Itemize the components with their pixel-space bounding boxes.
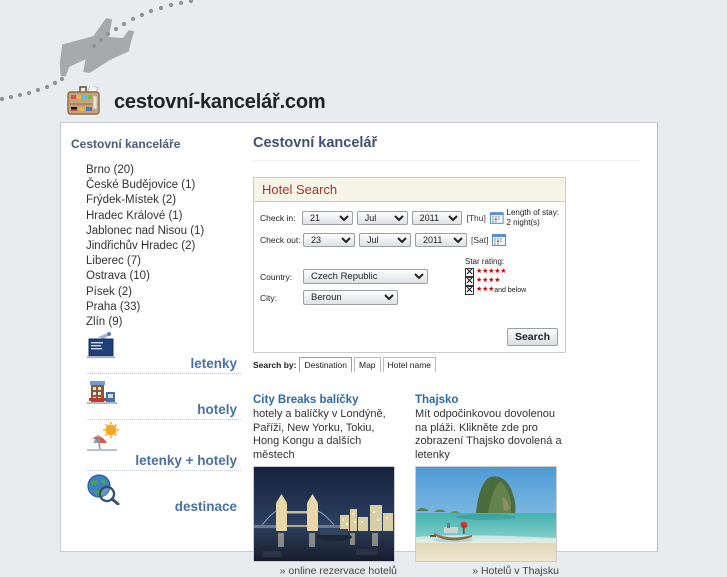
content-area: Cestovní kancelář Hotel Search Check in:…	[245, 123, 657, 577]
hotel-search-form: Check in: 21 Jul 2011 [Thu] Length of st…	[254, 202, 565, 352]
hotel-building-icon	[87, 381, 117, 404]
promo-image[interactable]	[415, 466, 557, 562]
checkout-month-select[interactable]: Jul	[359, 233, 411, 247]
promo-title[interactable]: Thajsko	[415, 394, 563, 406]
checkin-day-select[interactable]: 21	[301, 210, 353, 225]
sidebar-heading: Cestovní kanceláře	[71, 137, 181, 151]
promo-section: City Breaks balíčky hotely a balíčky v L…	[253, 394, 641, 577]
list-item[interactable]: Ostrava (10)	[86, 269, 245, 284]
hotel-search-title: Hotel Search	[254, 178, 565, 202]
quicknav-label: letenky + hotely	[135, 453, 237, 468]
calendar-icon[interactable]	[489, 211, 504, 224]
city-label: City:	[260, 292, 277, 303]
thailand-beach-photo	[416, 467, 556, 561]
checkin-label: Check in:	[260, 212, 296, 223]
search-button[interactable]: Search	[506, 328, 558, 346]
globe-magnifier-icon	[87, 474, 120, 505]
promo-image[interactable]	[253, 466, 395, 562]
list-item[interactable]: Jablonec nad Nisou (1)	[86, 224, 245, 239]
beach-parasol-sun-icon	[87, 422, 119, 451]
checkout-dayofweek: [Sat]	[471, 235, 489, 245]
suitcase-icon	[67, 86, 100, 115]
star-rating-stars: ★★★	[476, 286, 495, 293]
tab-hotel-name[interactable]: Hotel name	[382, 357, 437, 372]
calendar-icon[interactable]	[492, 234, 507, 246]
promo-caption[interactable]: » online rezervace hotelů	[253, 565, 401, 577]
country-label: Country:	[260, 271, 293, 282]
list-item[interactable]: Brno (20)	[86, 163, 245, 178]
star-rating-extra: and below	[494, 286, 527, 294]
star-rating-stars: ★★★★	[476, 277, 501, 284]
checkin-year-select[interactable]: 2011	[411, 210, 463, 225]
country-select[interactable]: Czech Republic	[303, 269, 428, 284]
star-rating-group: Star rating: ★★★★★ ★★★★ ★★★ and below	[465, 257, 557, 295]
star-rating-title: Star rating:	[465, 257, 505, 266]
promo-card-thajsko: Thajsko Mít odpočinkovou dovolenou na pl…	[415, 394, 563, 577]
checkin-dayofweek: [Thu]	[466, 212, 486, 223]
star-rating-option-5[interactable]: ★★★★★	[465, 267, 557, 277]
flight-ticket-icon	[87, 332, 115, 359]
list-item[interactable]: České Budějovice (1)	[86, 178, 245, 193]
quicknav-item-letenky[interactable]: letenky	[71, 328, 243, 373]
stay-label: Length of stay:	[506, 208, 559, 217]
hotel-search-widget: Hotel Search Check in: 21 Jul 2011 [Thu]	[253, 177, 566, 353]
quick-nav: letenky hotely letenky + hotely destinac…	[71, 328, 243, 516]
sidebar: Cestovní kanceláře Brno (20) České Buděj…	[61, 123, 245, 551]
quicknav-label: destinace	[174, 499, 237, 514]
promo-caption[interactable]: » Hotelů v Thajsku	[415, 565, 563, 577]
quicknav-label: letenky	[190, 356, 237, 371]
quicknav-item-destinace[interactable]: destinace	[71, 471, 243, 516]
promo-text: Mít odpočinkovou dovolenou na pláži. Kli…	[415, 408, 562, 461]
promo-title[interactable]: City Breaks balíčky	[253, 394, 401, 406]
checkout-day-select[interactable]: 23	[303, 233, 355, 247]
search-by-label: Search by:	[253, 360, 297, 370]
tab-destination[interactable]: Destination	[299, 357, 352, 372]
list-item[interactable]: Frýdek-Místek (2)	[86, 193, 245, 208]
star-rating-option-3[interactable]: ★★★ and below	[465, 285, 557, 295]
airplane-icon	[59, 18, 135, 77]
stay-value: 2 night(s)	[506, 217, 540, 227]
list-item[interactable]: Písek (2)	[86, 285, 245, 300]
promo-text: hotely a balíčky v Londýně, Paříži, New …	[253, 408, 386, 461]
quicknav-item-letenky-hotely[interactable]: letenky + hotely	[71, 420, 243, 470]
length-of-stay: Length of stay: 2 night(s)	[507, 208, 559, 227]
checkbox-checked-icon[interactable]	[465, 267, 474, 277]
checkout-row: Check out: 23 Jul 2011 [Sat]	[260, 233, 559, 247]
list-item[interactable]: Jindřichův Hradec (2)	[86, 239, 245, 254]
checkin-month-select[interactable]: Jul	[356, 210, 408, 225]
site-brand[interactable]: cestovní-kancelář.com	[66, 86, 326, 118]
main-panel: Cestovní kanceláře Brno (20) České Buděj…	[60, 122, 658, 577]
checkin-row: Check in: 21 Jul 2011 [Thu] Length of st…	[260, 208, 559, 227]
page-title: Cestovní kancelář	[253, 135, 641, 161]
checkout-year-select[interactable]: 2011	[415, 233, 467, 247]
list-item[interactable]: Hradec Králové (1)	[86, 209, 245, 224]
quicknav-label: hotely	[197, 402, 237, 417]
list-item[interactable]: Praha (33)	[86, 300, 245, 315]
checkbox-checked-icon[interactable]	[465, 285, 474, 295]
star-rating-option-4[interactable]: ★★★★	[465, 276, 557, 286]
star-rating-stars: ★★★★★	[476, 268, 507, 275]
list-item[interactable]: Liberec (7)	[86, 254, 245, 269]
brand-name: cestovní-kancelář.com	[114, 90, 326, 113]
tab-map[interactable]: Map	[354, 357, 381, 372]
search-by-tabs: Search by: Destination Map Hotel name	[253, 357, 566, 372]
checkout-label: Check out:	[260, 235, 301, 245]
quicknav-item-hotely[interactable]: hotely	[71, 374, 243, 419]
checkbox-checked-icon[interactable]	[465, 276, 474, 286]
city-list: Brno (20) České Budějovice (1) Frýdek-Mí…	[71, 163, 245, 330]
city-select[interactable]: Beroun	[303, 290, 398, 305]
promo-card-city-breaks: City Breaks balíčky hotely a balíčky v L…	[253, 394, 401, 577]
tower-bridge-night-photo	[254, 467, 394, 561]
